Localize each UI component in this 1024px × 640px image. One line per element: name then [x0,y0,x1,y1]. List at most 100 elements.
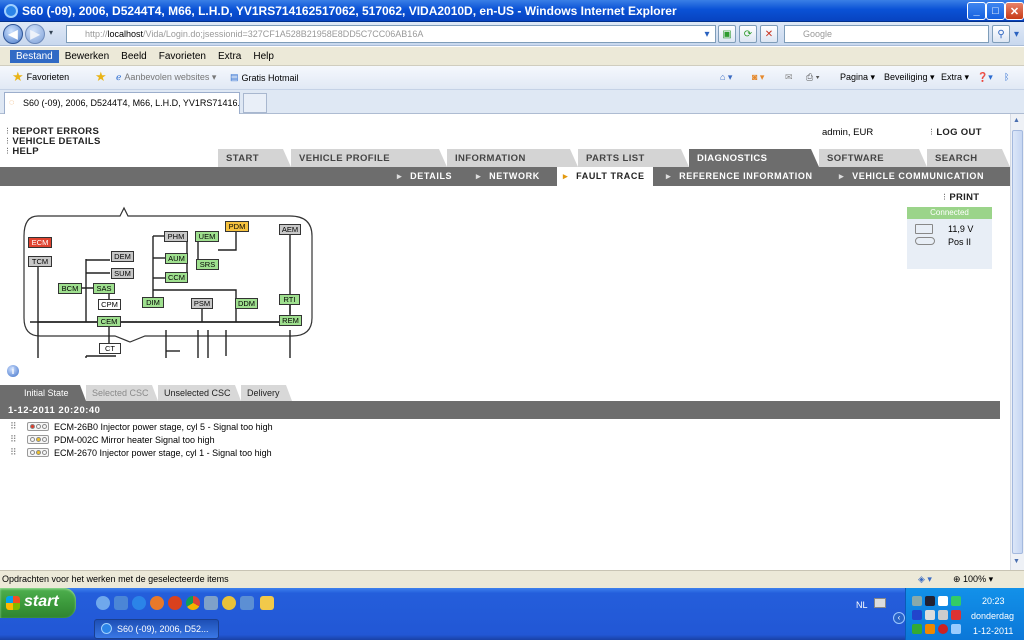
tab-vehicle-profile[interactable]: VEHICLE PROFILE [291,149,447,167]
ecu-pdm[interactable]: PDM [225,221,249,232]
start-button[interactable]: start [0,588,76,618]
ecu-ccm[interactable]: CCM [165,272,188,283]
menu-bewerken[interactable]: Bewerken [59,50,115,63]
tab-parts-list[interactable]: PARTS LIST [578,149,689,167]
quicklaunch-icon[interactable] [168,596,182,610]
quicklaunch-chrome-icon[interactable] [186,596,200,610]
page-scrollbar[interactable]: ▲ ▼ [1010,114,1024,570]
tray-icon[interactable] [951,596,961,606]
quicklaunch-firefox-icon[interactable] [150,596,164,610]
bluetooth-icon[interactable]: ᛒ [1004,72,1009,82]
tray-icon[interactable] [925,624,935,634]
window-title-bar[interactable]: S60 (-09), 2006, D5244T4, M66, L.H.D, YV… [0,0,1024,22]
forward-icon[interactable]: ▶ [25,24,45,44]
subnav-reference-information[interactable]: REFERENCE INFORMATION [666,171,813,182]
beveiliging-menu[interactable]: Beveiliging ▾ [884,72,935,83]
info-icon[interactable]: i [7,365,19,377]
ecu-cem[interactable]: CEM [97,316,121,327]
scroll-down-icon[interactable]: ▼ [1013,558,1020,565]
fault-row[interactable]: ⠿ ECM-26B0 Injector power stage, cyl 5 -… [10,420,273,433]
mail-icon[interactable]: ✉ [785,72,793,83]
feeds-icon[interactable]: ◙ ▾ [752,72,764,83]
tray-icon[interactable] [938,610,948,620]
search-dropdown-icon[interactable]: ▾ [1011,25,1022,43]
ecu-phm[interactable]: PHM [164,231,188,242]
refresh-icon[interactable]: ⟳ [739,25,757,43]
ecu-bcm[interactable]: BCM [58,283,82,294]
ecu-dem[interactable]: DEM [111,251,134,262]
subtab-unselected-csc[interactable]: Unselected CSC [158,385,241,401]
favorites-button[interactable]: ★ Favorieten [12,70,69,83]
taskbar-ie-window[interactable]: S60 (-09), 2006, D52... [94,619,219,639]
menu-bestand[interactable]: Bestand [10,49,59,63]
extra-menu[interactable]: Extra ▾ [941,72,969,83]
address-field[interactable]: http://localhost/Vida/Login.do;jsessioni… [66,25,716,43]
search-icon[interactable]: ⚲ [992,25,1010,43]
quicklaunch-icon[interactable] [204,596,218,610]
ecu-srs[interactable]: SRS [196,259,219,270]
menu-extra[interactable]: Extra [212,50,247,63]
subnav-network[interactable]: NETWORK [476,171,540,182]
ecu-aem[interactable]: AEM [279,224,301,235]
add-favorite-icon[interactable]: ★ [95,70,107,83]
ecu-tcm[interactable]: TCM [28,256,52,267]
tray-icon[interactable] [951,610,961,620]
maximize-button[interactable]: □ [986,2,1005,20]
tab-start[interactable]: START [218,149,291,167]
quicklaunch-icon[interactable] [222,596,236,610]
subtab-initial-state[interactable]: Initial State [0,385,86,401]
logout-link[interactable]: LOG OUT [930,127,982,138]
ecu-ct[interactable]: CT [99,343,121,354]
scroll-up-icon[interactable]: ▲ [1013,117,1020,124]
ecu-aum[interactable]: AUM [165,253,188,264]
fault-row[interactable]: ⠿ ECM-2670 Injector power stage, cyl 1 -… [10,446,272,459]
browser-tab[interactable]: ◌ S60 (-09), 2006, D5244T4, M66, L.H.D, … [4,92,240,114]
tray-bluetooth-icon[interactable] [912,610,922,620]
new-tab-button[interactable] [243,93,267,113]
ecu-dim[interactable]: DIM [142,297,164,308]
quicklaunch-icon[interactable] [240,596,254,610]
home-icon[interactable]: ⌂ ▾ [720,72,732,83]
tray-icon[interactable] [938,624,948,634]
clock-time[interactable]: 20:23 [982,596,1005,606]
subtab-selected-csc[interactable]: Selected CSC [86,385,158,401]
tray-icon[interactable] [925,596,935,606]
ecu-rti[interactable]: RTI [279,294,300,305]
tray-icon[interactable] [951,624,961,634]
tray-icon[interactable] [912,624,922,634]
ecu-psm[interactable]: PSM [191,298,213,309]
search-input[interactable]: Google [784,25,989,43]
menu-help[interactable]: Help [247,50,280,63]
quicklaunch-ie-icon[interactable] [132,596,146,610]
hotmail-link[interactable]: ▤ Gratis Hotmail [230,72,299,83]
ecu-ecm[interactable]: ECM [28,237,52,248]
ecu-ddm[interactable]: DDM [235,298,258,309]
menu-beeld[interactable]: Beeld [115,50,153,63]
suggested-sites-link[interactable]: ℯ Aanbevolen websites ▾ [116,72,216,83]
quicklaunch-icon[interactable] [114,596,128,610]
zone-icon[interactable]: ◈ ▾ [918,574,932,585]
ecu-rem[interactable]: REM [279,315,302,326]
language-indicator[interactable]: NL [856,600,868,610]
tab-software[interactable]: SOFTWARE [819,149,927,167]
tray-expand-icon[interactable]: ‹ [893,612,905,624]
back-icon[interactable]: ◀ [3,24,23,44]
keyboard-icon[interactable] [874,598,886,608]
subnav-vehicle-communication[interactable]: VEHICLE COMMUNICATION [839,171,984,182]
minimize-button[interactable]: _ [967,2,986,20]
tab-diagnostics[interactable]: DIAGNOSTICS [689,149,819,167]
pagina-menu[interactable]: Pagina ▾ [840,72,875,83]
help-link[interactable]: HELP [6,146,39,157]
ecu-sas[interactable]: SAS [93,283,115,294]
stop-icon[interactable]: ✕ [760,25,778,43]
subnav-fault-trace[interactable]: FAULT TRACE [557,167,653,186]
compat-view-icon[interactable]: ▣ [718,25,736,43]
address-dropdown-icon[interactable]: ▾ [700,25,714,43]
tab-search[interactable]: SEARCH [927,149,1010,167]
fault-row[interactable]: ⠿ PDM-002C Mirror heater Signal too high [10,433,215,446]
ecu-sum[interactable]: SUM [111,268,134,279]
subnav-details[interactable]: DETAILS [397,171,452,182]
print-link[interactable]: PRINT [943,192,979,203]
zoom-control[interactable]: ⊕ 100% ▾ [953,574,993,585]
tab-information[interactable]: INFORMATION [447,149,578,167]
